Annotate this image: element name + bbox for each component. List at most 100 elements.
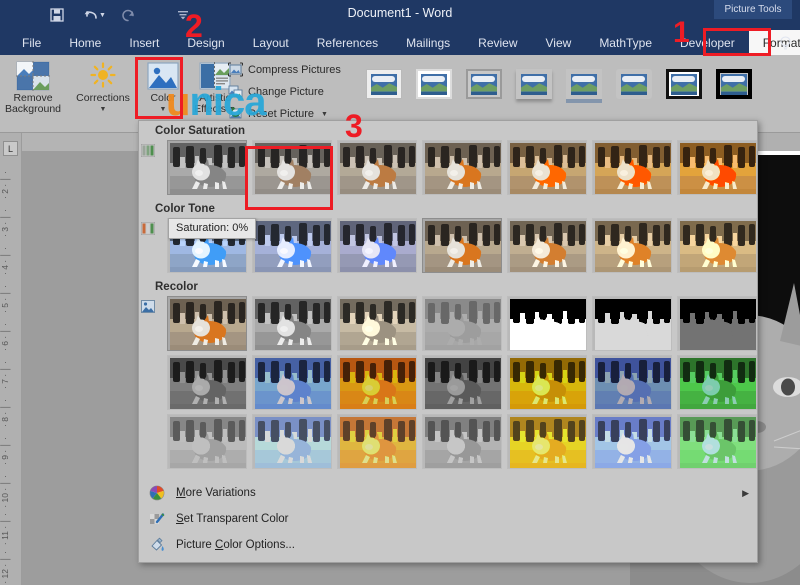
gallery-thumb-saturation-33[interactable] — [252, 140, 332, 195]
gallery-thumb-recolor-dark-blue-2[interactable] — [592, 355, 672, 410]
section-title-recolor: Recolor — [155, 281, 198, 293]
thumb-preview-image — [255, 299, 331, 350]
gallery-thumb-recolor-dark-orange[interactable] — [337, 355, 417, 410]
gallery-thumb-tone-6500k[interactable] — [422, 218, 502, 273]
remove-background-button[interactable]: Remove Background — [2, 59, 64, 115]
menu-item-label: More Variations — [176, 487, 256, 499]
menu-item-picture-color-options[interactable]: Picture Color Options... — [139, 532, 759, 558]
color-dropdown-gallery[interactable]: Color Saturation Color Tone Recolor More V… — [138, 120, 758, 563]
corrections-caret-icon[interactable]: ▼ — [72, 104, 134, 115]
vertical-ruler[interactable]: L · 2 · │ · · 3 · │ · · 4 · │ · · 5 · │ · · … — [0, 133, 22, 585]
reset-picture-caret-icon[interactable]: ▼ — [321, 111, 328, 118]
gallery-thumb-tone-8800k[interactable] — [592, 218, 672, 273]
gallery-thumb-recolor-grayscale[interactable] — [252, 296, 332, 351]
gallery-thumb-recolor-no-recolor[interactable] — [167, 296, 247, 351]
ribbon-tab-design[interactable]: Design — [173, 30, 238, 55]
menu-item-label: Set Transparent Color — [176, 513, 289, 525]
thumb-preview-image — [680, 358, 756, 409]
lightbulb-icon[interactable] — [774, 33, 796, 53]
corrections-label: Corrections — [76, 92, 130, 104]
menu-item-set-transparent-color[interactable]: Set Transparent Color — [139, 506, 759, 532]
ribbon-tab-mailings[interactable]: Mailings — [392, 30, 464, 55]
gallery-thumb-recolor-dark-green[interactable] — [677, 355, 757, 410]
picture-style-thumb-4[interactable] — [516, 69, 552, 99]
gallery-thumb-saturation-200[interactable] — [507, 140, 587, 195]
gallery-thumb-recolor-light-gray-2[interactable] — [422, 414, 502, 469]
gallery-thumb-recolor-light-orange[interactable] — [337, 414, 417, 469]
compress-pictures-icon — [227, 62, 244, 78]
gallery-thumb-recolor-dark-gray-2[interactable] — [422, 355, 502, 410]
thumb-preview-image — [680, 221, 756, 272]
picture-style-thumb-1[interactable] — [366, 69, 402, 99]
gallery-thumb-recolor-dark-gray[interactable] — [167, 355, 247, 410]
gallery-thumb-recolor-light-blue[interactable] — [252, 414, 332, 469]
gallery-thumb-recolor-light-gray[interactable] — [167, 414, 247, 469]
gallery-thumb-tone-7200k[interactable] — [507, 218, 587, 273]
remove-background-label-line2: Background — [4, 103, 62, 115]
thumb-preview-image — [425, 417, 501, 468]
thumb-preview-image — [680, 417, 756, 468]
ribbon-tab-view[interactable]: View — [532, 30, 586, 55]
thumb-preview-image — [595, 143, 671, 194]
landscape-icon — [621, 73, 647, 95]
ribbon-tab-file[interactable]: File — [8, 30, 55, 55]
gallery-thumb-recolor-sepia[interactable] — [337, 296, 417, 351]
menu-item-label: Picture Color Options... — [176, 539, 295, 551]
gallery-thumb-recolor-black-white-25[interactable] — [507, 296, 587, 351]
compress-pictures-button[interactable]: Compress Pictures — [227, 59, 348, 81]
ribbon-tab-references[interactable]: References — [303, 30, 392, 55]
section-title-color-tone: Color Tone — [155, 203, 215, 215]
transparent-color-icon — [149, 511, 166, 528]
gallery-thumb-recolor-washout[interactable] — [422, 296, 502, 351]
word-window: ▼ Document1 - Word Picture Tools File Hom… — [0, 0, 800, 585]
thumb-preview-image — [425, 221, 501, 272]
gallery-thumb-saturation-400[interactable] — [677, 140, 757, 195]
gallery-thumb-tone-5900k[interactable] — [337, 218, 417, 273]
vruler-mark-9: · 9 · │ · — [0, 437, 10, 465]
thumb-preview-image — [255, 358, 331, 409]
gallery-thumb-recolor-light-green[interactable] — [677, 414, 757, 469]
thumb-preview-image — [255, 221, 331, 272]
picture-color-options-icon — [149, 537, 166, 554]
landscape-icon — [721, 73, 747, 95]
ribbon-tab-home[interactable]: Home — [55, 30, 115, 55]
tab-selector-button[interactable]: L — [3, 141, 18, 156]
picture-style-thumb-7[interactable] — [666, 69, 702, 99]
vruler-mark-3: · 3 · │ · — [0, 209, 10, 237]
vruler-mark-12: · 12 · │ · — [0, 551, 10, 584]
ribbon-tab-review[interactable]: Review — [464, 30, 531, 55]
thumb-preview-image — [340, 358, 416, 409]
gallery-thumb-recolor-black-white-50[interactable] — [592, 296, 672, 351]
ribbon-tab-layout[interactable]: Layout — [239, 30, 303, 55]
thumb-preview-image — [510, 221, 586, 272]
submenu-arrow-icon: ▶ — [742, 487, 749, 498]
thumb-preview-image — [340, 299, 416, 350]
gallery-thumb-saturation-0[interactable] — [167, 140, 247, 195]
landscape-icon — [571, 73, 597, 95]
gallery-thumb-tone-11200k[interactable] — [677, 218, 757, 273]
menu-item-more-variations[interactable]: More Variations ▶ — [139, 480, 759, 506]
ribbon-tab-insert[interactable]: Insert — [115, 30, 173, 55]
thumb-preview-image — [340, 221, 416, 272]
ribbon-tab-mathtype[interactable]: MathType — [585, 30, 666, 55]
gallery-thumb-saturation-66[interactable] — [337, 140, 417, 195]
gallery-thumb-saturation-100[interactable] — [422, 140, 502, 195]
picture-style-thumb-6[interactable] — [616, 69, 652, 99]
gallery-thumb-recolor-dark-gold[interactable] — [507, 355, 587, 410]
picture-style-thumb-3[interactable] — [466, 69, 502, 99]
picture-style-thumb-2[interactable] — [416, 69, 452, 99]
vruler-mark-6: · 6 · │ · — [0, 323, 10, 351]
gallery-thumb-recolor-light-blue-2[interactable] — [592, 414, 672, 469]
gallery-thumb-saturation-300[interactable] — [592, 140, 672, 195]
gallery-thumb-tone-5300k[interactable] — [252, 218, 332, 273]
picture-style-thumb-8[interactable] — [716, 69, 752, 99]
gallery-thumb-recolor-light-gold[interactable] — [507, 414, 587, 469]
gallery-thumb-recolor-black-white-75[interactable] — [677, 296, 757, 351]
color-tone-section-icon — [140, 221, 156, 236]
thumb-preview-image — [510, 417, 586, 468]
landscape-icon — [521, 73, 547, 95]
corrections-button[interactable]: Corrections ▼ — [72, 59, 134, 115]
recolor-section-icon — [141, 300, 155, 313]
picture-style-thumb-5[interactable] — [566, 69, 602, 99]
gallery-thumb-recolor-dark-blue[interactable] — [252, 355, 332, 410]
